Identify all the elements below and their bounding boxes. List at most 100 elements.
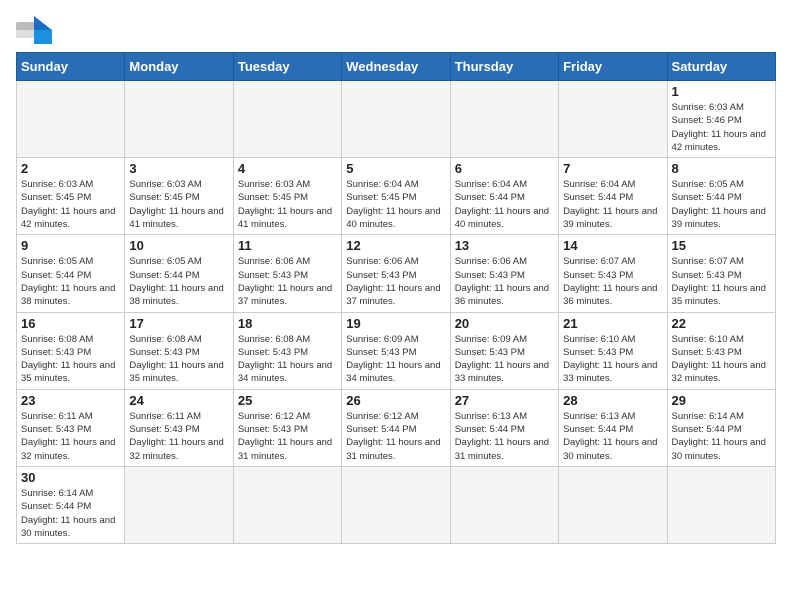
calendar-day-cell: 9 Sunrise: 6:05 AMSunset: 5:44 PMDaylight… [17, 235, 125, 312]
day-info: Sunrise: 6:13 AMSunset: 5:44 PMDaylight:… [563, 410, 662, 463]
logo [16, 16, 56, 44]
calendar-day-cell: 13 Sunrise: 6:06 AMSunset: 5:43 PMDayligh… [450, 235, 558, 312]
day-number: 27 [455, 393, 554, 408]
calendar-day-cell: 12Sunrise: 6:06 AMSunset: 5:43 PMDayligh… [342, 235, 450, 312]
calendar-day-cell: 2Sunrise: 6:03 AMSunset: 5:45 PMDaylight… [17, 158, 125, 235]
day-number: 23 [21, 393, 120, 408]
day-number: 20 [455, 316, 554, 331]
day-number: 21 [563, 316, 662, 331]
day-info: Sunrise: 6:11 AMSunset: 5:43 PMDaylight:… [129, 410, 228, 463]
day-number: 10 [129, 238, 228, 253]
day-number: 29 [672, 393, 771, 408]
day-number: 3 [129, 161, 228, 176]
calendar-day-cell [559, 466, 667, 543]
day-number: 19 [346, 316, 445, 331]
day-number: 7 [563, 161, 662, 176]
calendar-week-row: 23 Sunrise: 6:11 AMSunset: 5:43 PMDayligh… [17, 389, 776, 466]
calendar-week-row: 2Sunrise: 6:03 AMSunset: 5:45 PMDaylight… [17, 158, 776, 235]
calendar-day-cell: 6 Sunrise: 6:04 AMSunset: 5:44 PMDaylight… [450, 158, 558, 235]
calendar-day-cell [125, 81, 233, 158]
day-number: 17 [129, 316, 228, 331]
weekday-header: Wednesday [342, 53, 450, 81]
calendar-day-cell [667, 466, 775, 543]
day-info: Sunrise: 6:07 AMSunset: 5:43 PMDaylight:… [563, 255, 662, 308]
calendar-day-cell: 20 Sunrise: 6:09 AMSunset: 5:43 PMDayligh… [450, 312, 558, 389]
day-info: Sunrise: 6:06 AMSunset: 5:43 PMDaylight:… [455, 255, 554, 308]
day-info: Sunrise: 6:08 AMSunset: 5:43 PMDaylight:… [238, 333, 337, 386]
day-info: Sunrise: 6:06 AMSunset: 5:43 PMDaylight:… [238, 255, 337, 308]
day-info: Sunrise: 6:04 AMSunset: 5:45 PMDaylight:… [346, 178, 445, 231]
day-info: Sunrise: 6:12 AMSunset: 5:44 PMDaylight:… [346, 410, 445, 463]
day-info: Sunrise: 6:11 AMSunset: 5:43 PMDaylight:… [21, 410, 120, 463]
day-number: 26 [346, 393, 445, 408]
day-number: 13 [455, 238, 554, 253]
day-info: Sunrise: 6:08 AMSunset: 5:43 PMDaylight:… [21, 333, 120, 386]
calendar-week-row: 30 Sunrise: 6:14 AMSunset: 5:44 PMDayligh… [17, 466, 776, 543]
day-number: 16 [21, 316, 120, 331]
calendar-day-cell: 16 Sunrise: 6:08 AMSunset: 5:43 PMDayligh… [17, 312, 125, 389]
day-number: 15 [672, 238, 771, 253]
day-number: 9 [21, 238, 120, 253]
calendar-week-row: 9 Sunrise: 6:05 AMSunset: 5:44 PMDaylight… [17, 235, 776, 312]
calendar-day-cell: 30 Sunrise: 6:14 AMSunset: 5:44 PMDayligh… [17, 466, 125, 543]
day-info: Sunrise: 6:10 AMSunset: 5:43 PMDaylight:… [672, 333, 771, 386]
calendar-day-cell: 28 Sunrise: 6:13 AMSunset: 5:44 PMDayligh… [559, 389, 667, 466]
weekday-header: Tuesday [233, 53, 341, 81]
calendar-day-cell [233, 466, 341, 543]
calendar-table: SundayMondayTuesdayWednesdayThursdayFrid… [16, 52, 776, 544]
day-info: Sunrise: 6:05 AMSunset: 5:44 PMDaylight:… [21, 255, 120, 308]
calendar-week-row: 16 Sunrise: 6:08 AMSunset: 5:43 PMDayligh… [17, 312, 776, 389]
calendar-day-cell: 14 Sunrise: 6:07 AMSunset: 5:43 PMDayligh… [559, 235, 667, 312]
day-info: Sunrise: 6:03 AMSunset: 5:46 PMDaylight:… [672, 101, 771, 154]
calendar-day-cell: 26 Sunrise: 6:12 AMSunset: 5:44 PMDayligh… [342, 389, 450, 466]
day-info: Sunrise: 6:04 AMSunset: 5:44 PMDaylight:… [563, 178, 662, 231]
day-info: Sunrise: 6:05 AMSunset: 5:44 PMDaylight:… [129, 255, 228, 308]
day-number: 22 [672, 316, 771, 331]
calendar-day-cell [450, 466, 558, 543]
calendar-day-cell: 19 Sunrise: 6:09 AMSunset: 5:43 PMDayligh… [342, 312, 450, 389]
day-number: 30 [21, 470, 120, 485]
calendar-day-cell: 22 Sunrise: 6:10 AMSunset: 5:43 PMDayligh… [667, 312, 775, 389]
calendar-day-cell: 27 Sunrise: 6:13 AMSunset: 5:44 PMDayligh… [450, 389, 558, 466]
day-info: Sunrise: 6:09 AMSunset: 5:43 PMDaylight:… [455, 333, 554, 386]
day-info: Sunrise: 6:13 AMSunset: 5:44 PMDaylight:… [455, 410, 554, 463]
calendar-day-cell: 17Sunrise: 6:08 AMSunset: 5:43 PMDayligh… [125, 312, 233, 389]
calendar-day-cell: 4Sunrise: 6:03 AMSunset: 5:45 PMDaylight… [233, 158, 341, 235]
day-number: 25 [238, 393, 337, 408]
calendar-day-cell: 18 Sunrise: 6:08 AMSunset: 5:43 PMDayligh… [233, 312, 341, 389]
day-info: Sunrise: 6:04 AMSunset: 5:44 PMDaylight:… [455, 178, 554, 231]
day-number: 11 [238, 238, 337, 253]
day-number: 8 [672, 161, 771, 176]
calendar-day-cell: 10 Sunrise: 6:05 AMSunset: 5:44 PMDayligh… [125, 235, 233, 312]
day-number: 14 [563, 238, 662, 253]
logo-icon [16, 16, 52, 44]
day-info: Sunrise: 6:09 AMSunset: 5:43 PMDaylight:… [346, 333, 445, 386]
calendar-day-cell: 11 Sunrise: 6:06 AMSunset: 5:43 PMDayligh… [233, 235, 341, 312]
day-info: Sunrise: 6:07 AMSunset: 5:43 PMDaylight:… [672, 255, 771, 308]
day-number: 24 [129, 393, 228, 408]
calendar-day-cell [342, 81, 450, 158]
calendar-day-cell: 5 Sunrise: 6:04 AMSunset: 5:45 PMDaylight… [342, 158, 450, 235]
calendar-day-cell [17, 81, 125, 158]
calendar-day-cell [125, 466, 233, 543]
weekday-header-row: SundayMondayTuesdayWednesdayThursdayFrid… [17, 53, 776, 81]
day-number: 6 [455, 161, 554, 176]
day-number: 4 [238, 161, 337, 176]
calendar-week-row: 1Sunrise: 6:03 AMSunset: 5:46 PMDaylight… [17, 81, 776, 158]
day-number: 28 [563, 393, 662, 408]
day-number: 12 [346, 238, 445, 253]
weekday-header: Monday [125, 53, 233, 81]
calendar-day-cell: 15 Sunrise: 6:07 AMSunset: 5:43 PMDayligh… [667, 235, 775, 312]
calendar-day-cell: 25Sunrise: 6:12 AMSunset: 5:43 PMDayligh… [233, 389, 341, 466]
day-info: Sunrise: 6:05 AMSunset: 5:44 PMDaylight:… [672, 178, 771, 231]
day-info: Sunrise: 6:03 AMSunset: 5:45 PMDaylight:… [21, 178, 120, 231]
day-number: 18 [238, 316, 337, 331]
page-header [16, 16, 776, 44]
day-info: Sunrise: 6:14 AMSunset: 5:44 PMDaylight:… [21, 487, 120, 540]
day-number: 5 [346, 161, 445, 176]
calendar-day-cell: 23 Sunrise: 6:11 AMSunset: 5:43 PMDayligh… [17, 389, 125, 466]
calendar-day-cell: 21 Sunrise: 6:10 AMSunset: 5:43 PMDayligh… [559, 312, 667, 389]
calendar-day-cell: 24 Sunrise: 6:11 AMSunset: 5:43 PMDayligh… [125, 389, 233, 466]
day-info: Sunrise: 6:10 AMSunset: 5:43 PMDaylight:… [563, 333, 662, 386]
calendar-day-cell [450, 81, 558, 158]
